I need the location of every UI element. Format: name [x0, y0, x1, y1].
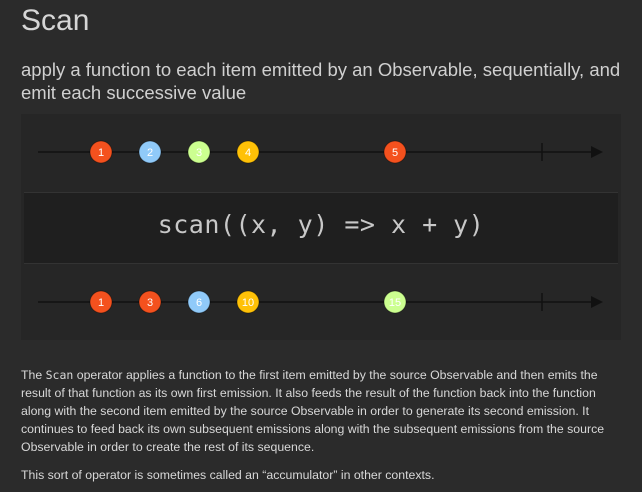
input-timeline-svg: 1 2 3 4 5: [38, 140, 603, 164]
description-pre: The: [21, 368, 46, 382]
input-marble-5: 5: [383, 140, 407, 164]
operator-box: scan((x, y) => x + y): [24, 192, 618, 264]
input-marble-2: 2: [138, 140, 162, 164]
input-marble-label: 4: [245, 147, 251, 159]
output-marble-4: 10: [236, 290, 260, 314]
output-marble-label: 3: [147, 297, 153, 309]
output-marble-label: 1: [98, 297, 104, 309]
page-title: Scan: [21, 4, 90, 37]
input-marble-label: 5: [392, 147, 398, 159]
output-arrow-head: [591, 296, 603, 308]
description-code: Scan: [45, 368, 74, 382]
output-marble-1: 1: [89, 290, 113, 314]
input-marble-3: 3: [187, 140, 211, 164]
input-marble-1: 1: [89, 140, 113, 164]
input-marble-label: 1: [98, 147, 104, 159]
output-marble-label: 6: [196, 297, 202, 309]
output-marble-2: 3: [138, 290, 162, 314]
accumulator-note: This sort of operator is sometimes calle…: [21, 468, 435, 482]
operator-label: scan((x, y) => x + y): [157, 210, 485, 239]
output-marble-3: 6: [187, 290, 211, 314]
input-marble-label: 2: [147, 147, 153, 159]
output-marble-label: 10: [242, 297, 254, 309]
output-marble-label: 15: [389, 297, 401, 309]
input-timeline: 1 2 3 4 5: [21, 117, 621, 187]
input-marble-4: 4: [236, 140, 260, 164]
input-arrow-head: [591, 146, 603, 158]
output-marble-5: 15: [383, 290, 407, 314]
output-timeline-svg: 1 3 6 10 15: [38, 290, 603, 314]
output-timeline: 1 3 6 10 15: [21, 267, 621, 337]
page-subtitle: apply a function to each item emitted by…: [21, 59, 621, 103]
input-marble-label: 3: [196, 147, 202, 159]
marble-diagram: 1 2 3 4 5 scan((x, y) => x + y) 1 3 6 10 15: [21, 114, 621, 340]
description-post: operator applies a function to the first…: [21, 368, 605, 454]
description: The Scan operator applies a function to …: [21, 366, 621, 456]
